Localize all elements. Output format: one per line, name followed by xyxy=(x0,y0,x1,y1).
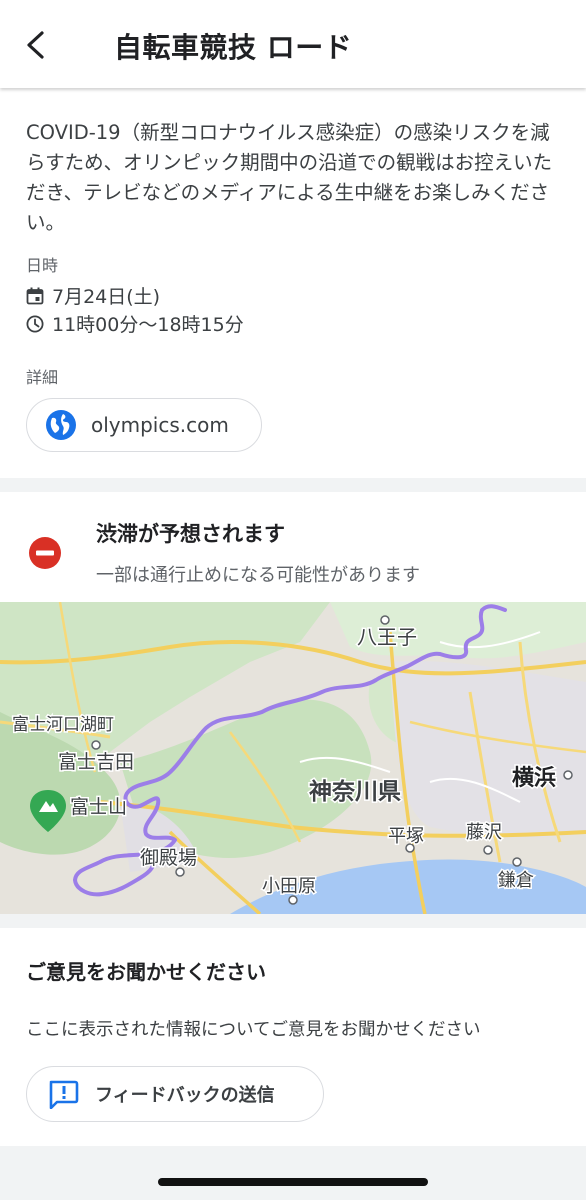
send-feedback-button[interactable]: フィードバックの送信 xyxy=(26,1066,324,1122)
map-label-odawara: 小田原 xyxy=(262,876,316,896)
feedback-icon xyxy=(49,1080,79,1109)
map-label-fujisawa: 藤沢 xyxy=(466,822,502,842)
map-label-hachioji: 八王子 xyxy=(357,627,417,649)
no-entry-icon xyxy=(29,537,61,569)
map-label-fujisan: 富士山 xyxy=(70,796,127,818)
send-feedback-label: フィードバックの送信 xyxy=(95,1085,275,1106)
event-info-card: COVID-19（新型コロナウイルス感染症）の感染リスクを減らすため、オリンピッ… xyxy=(0,88,586,478)
map-label-gotemba: 御殿場 xyxy=(140,847,197,869)
feedback-description: ここに表示された情報についてご意見をお聞かせください xyxy=(26,1020,481,1040)
map-label-yokohama: 横浜 xyxy=(512,765,556,790)
app-header: 自転車競技 ロード xyxy=(0,0,586,88)
map-label-fujikawaguchiko: 富士河口湖町 xyxy=(12,715,114,734)
traffic-warning-subtitle: 一部は通行止めになる可能性があります xyxy=(96,565,420,586)
traffic-warning-title: 渋滞が予想されます xyxy=(96,522,285,546)
event-date: 7月24日(土) xyxy=(52,286,161,308)
page-title: 自転車競技 ロード xyxy=(114,31,353,64)
map-label-kamakura: 鎌倉 xyxy=(498,870,534,890)
back-button[interactable] xyxy=(14,24,56,66)
route-map[interactable]: 八王子 富士河口湖町 富士吉田 富士山 神奈川県 横浜 平塚 藤沢 御殿場 小田… xyxy=(0,602,586,914)
details-label: 詳細 xyxy=(26,368,59,387)
datetime-label: 日時 xyxy=(26,256,59,275)
traffic-card: 渋滞が予想されます 一部は通行止めになる可能性があります 八王子 富士河口湖町 … xyxy=(0,492,586,914)
arrow-back-icon xyxy=(27,31,44,59)
feedback-card: ご意見をお聞かせください ここに表示された情報についてご意見をお聞かせください … xyxy=(0,928,586,1146)
time-row: 11時00分〜18時15分 xyxy=(26,310,244,337)
website-link-text: olympics.com xyxy=(91,413,229,437)
map-label-fujiyoshida: 富士吉田 xyxy=(58,751,134,773)
event-time: 11時00分〜18時15分 xyxy=(52,314,244,336)
clock-icon xyxy=(26,315,44,332)
website-link-chip[interactable]: olympics.com xyxy=(26,398,262,452)
home-indicator[interactable] xyxy=(158,1178,428,1186)
calendar-icon xyxy=(26,287,44,304)
covid-notice: COVID-19（新型コロナウイルス感染症）の感染リスクを減らすため、オリンピッ… xyxy=(26,121,553,234)
map-label-kanagawa: 神奈川県 xyxy=(309,778,401,804)
feedback-title: ご意見をお聞かせください xyxy=(26,960,266,984)
date-row: 7月24日(土) xyxy=(26,282,160,309)
globe-icon xyxy=(46,410,76,440)
map-label-hiratsuka: 平塚 xyxy=(388,826,424,846)
